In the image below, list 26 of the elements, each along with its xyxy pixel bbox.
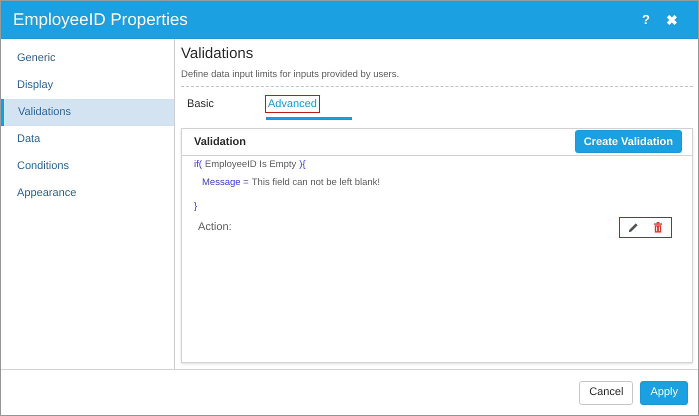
code-keyword: } [194, 200, 198, 214]
trash-icon[interactable] [653, 222, 663, 232]
card-heading: Validation [194, 134, 247, 150]
section-description: Define data input limits for inputs provided by users. [181, 68, 400, 82]
apply-button[interactable]: Apply [640, 380, 688, 404]
sidebar-item[interactable]: Display [1, 72, 174, 99]
help-button[interactable]: ? [634, 10, 658, 30]
tab[interactable]: Advanced [266, 96, 319, 112]
code-keyword: if( [194, 158, 202, 172]
sidebar-item[interactable]: Validations [1, 99, 174, 126]
code-keyword: ){ [299, 158, 306, 172]
sidebar-item[interactable]: Conditions [1, 153, 174, 180]
window-title: EmployeeID Properties [13, 9, 189, 32]
sidebar-item[interactable]: Data [1, 126, 174, 153]
message-key: Message = [202, 176, 249, 190]
pencil-icon[interactable] [628, 222, 639, 232]
message-text: This field can not be left blank! [252, 176, 380, 190]
sidebar-item[interactable]: Generic [1, 45, 174, 72]
cancel-button[interactable]: Cancel [579, 380, 634, 404]
section-title: Validations [181, 44, 254, 64]
condition-text: EmployeeID Is Empty [204, 158, 296, 172]
tab[interactable]: Basic [185, 96, 216, 112]
create-validation-button[interactable]: Create Validation [574, 130, 682, 154]
close-button[interactable]: ✖ [658, 10, 686, 30]
action-label: Action: [197, 220, 233, 235]
sidebar-item[interactable]: Appearance [1, 180, 174, 207]
